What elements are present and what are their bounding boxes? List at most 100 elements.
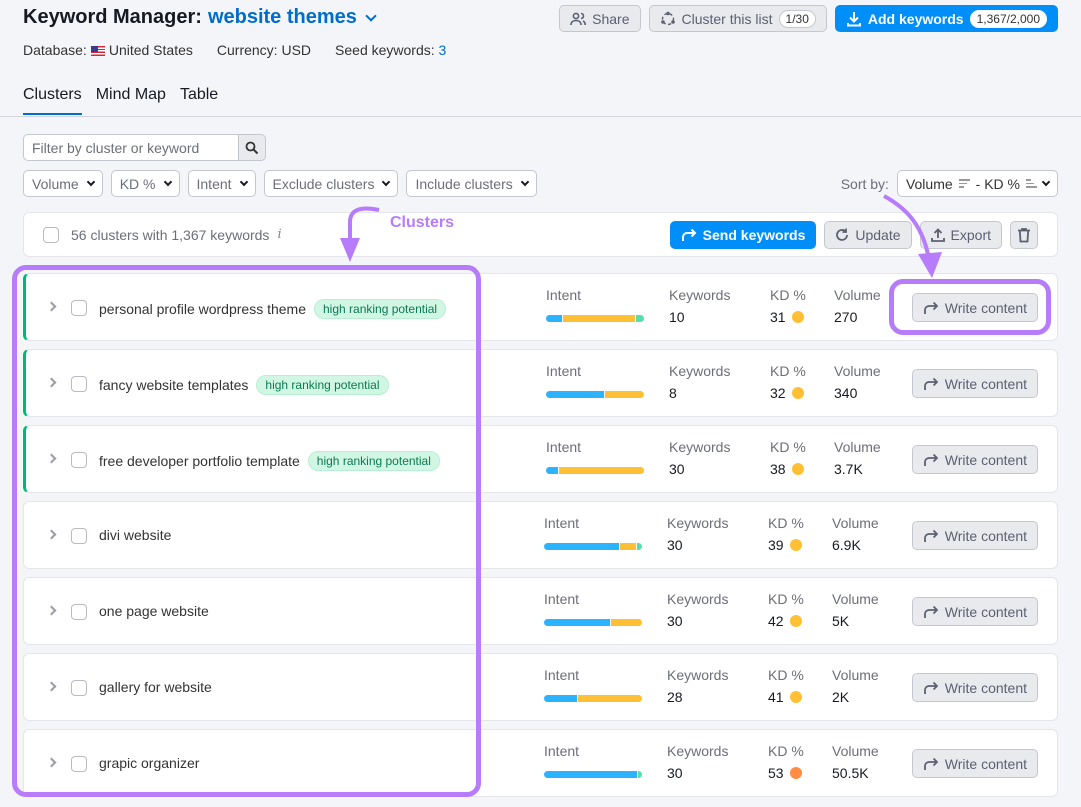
tab-table[interactable]: Table	[180, 86, 218, 115]
kd-label: KD %	[768, 591, 804, 607]
forward-arrow-icon	[923, 681, 939, 694]
write-content-button[interactable]: Write content	[911, 293, 1038, 322]
expand-chevron-icon[interactable]	[46, 605, 57, 616]
volume-value: 6.9K	[832, 537, 861, 553]
share-button[interactable]: Share	[559, 5, 641, 32]
chevron-down-icon	[1041, 177, 1051, 186]
exclude-clusters-filter[interactable]: Exclude clusters	[263, 170, 399, 197]
seed-keywords-info: Seed keywords: 3	[335, 42, 447, 58]
cluster-checkbox[interactable]	[71, 376, 87, 392]
search-button[interactable]	[238, 134, 266, 161]
cluster-checkbox[interactable]	[71, 528, 87, 544]
write-content-button[interactable]: Write content	[911, 749, 1038, 778]
cluster-row[interactable]: one page website Intent Keywords 30 KD %…	[23, 577, 1058, 645]
kd-value: 39	[768, 537, 784, 553]
volume-label: Volume	[834, 287, 881, 303]
kd-value: 31	[770, 309, 786, 325]
expand-chevron-icon[interactable]	[46, 529, 57, 540]
cluster-name[interactable]: gallery for website	[99, 679, 212, 695]
expand-chevron-icon[interactable]	[46, 301, 57, 312]
add-keywords-button[interactable]: Add keywords 1,367/2,000	[834, 5, 1058, 32]
cluster-name[interactable]: divi website	[99, 527, 171, 543]
send-keywords-button[interactable]: Send keywords	[669, 221, 817, 249]
cluster-row[interactable]: free developer portfolio template high r…	[23, 425, 1058, 493]
clusters-summary-bar: 56 clusters with 1,367 keywords i Send k…	[23, 212, 1058, 257]
cluster-checkbox[interactable]	[71, 300, 87, 316]
kd-difficulty-dot-icon	[789, 691, 802, 703]
sort-select[interactable]: Volume - KD %	[896, 170, 1058, 197]
cluster-checkbox[interactable]	[71, 680, 87, 696]
expand-chevron-icon[interactable]	[46, 377, 57, 388]
cluster-row[interactable]: fancy website templates high ranking pot…	[23, 349, 1058, 417]
expand-chevron-icon[interactable]	[46, 681, 57, 692]
intent-commercial-segment	[605, 391, 644, 398]
cluster-name[interactable]: free developer portfolio template	[99, 453, 300, 469]
intent-transactional-segment	[636, 315, 644, 322]
sort-desc-icon	[958, 179, 970, 188]
forward-arrow-icon	[923, 453, 939, 466]
keywords-label: Keywords	[669, 287, 731, 303]
cluster-row[interactable]: personal profile wordpress theme high ra…	[23, 273, 1058, 341]
export-button[interactable]: Export	[919, 221, 1002, 249]
filter-bar: Volume KD % Intent Exclude clusters Incl…	[23, 170, 537, 197]
volume-filter[interactable]: Volume	[23, 170, 103, 197]
cluster-this-list-button[interactable]: Cluster this list 1/30	[648, 5, 827, 32]
write-content-button[interactable]: Write content	[911, 521, 1038, 550]
kd-value: 32	[770, 385, 786, 401]
cluster-name[interactable]: personal profile wordpress theme	[99, 301, 306, 317]
intent-commercial-segment	[563, 315, 636, 322]
kd-difficulty-dot-icon	[791, 311, 804, 323]
seed-keywords-count[interactable]: 3	[439, 42, 447, 58]
chevron-down-icon[interactable]	[365, 9, 377, 22]
expand-chevron-icon[interactable]	[46, 453, 57, 464]
page-header: Keyword Manager: website themes	[23, 6, 377, 29]
write-content-button[interactable]: Write content	[911, 369, 1038, 398]
write-content-button[interactable]: Write content	[911, 673, 1038, 702]
forward-arrow-icon	[923, 757, 939, 770]
write-content-button[interactable]: Write content	[911, 597, 1038, 626]
title-prefix: Keyword Manager:	[23, 6, 202, 28]
intent-filter[interactable]: Intent	[187, 170, 256, 197]
list-meta: Database: United States Currency: USD See…	[23, 42, 446, 58]
keyword-limit-badge: 1,367/2,000	[969, 9, 1047, 28]
volume-column: Volume 340	[834, 363, 881, 401]
project-name[interactable]: website themes	[208, 6, 357, 29]
cluster-row[interactable]: divi website Intent Keywords 30 KD % 39 …	[23, 501, 1058, 569]
include-clusters-filter[interactable]: Include clusters	[406, 170, 537, 197]
cluster-checkbox[interactable]	[71, 604, 87, 620]
update-button[interactable]: Update	[824, 221, 912, 249]
cluster-checkbox[interactable]	[71, 452, 87, 468]
keywords-column: Keywords 30	[667, 515, 728, 553]
intent-column: Intent	[546, 287, 644, 322]
tab-mind-map[interactable]: Mind Map	[96, 86, 166, 115]
info-icon[interactable]: i	[277, 227, 281, 242]
kd-column: KD % 42	[768, 591, 804, 629]
intent-label: Intent	[544, 515, 580, 531]
intent-commercial-segment	[558, 467, 644, 474]
select-all-checkbox[interactable]	[43, 226, 59, 243]
cluster-checkbox[interactable]	[71, 756, 87, 772]
intent-label: Intent	[546, 287, 582, 303]
cluster-row[interactable]: gallery for website Intent Keywords 28 K…	[23, 653, 1058, 721]
volume-value: 2K	[832, 689, 850, 705]
delete-button[interactable]	[1010, 221, 1038, 249]
kd-column: KD % 32	[770, 363, 806, 401]
kd-filter[interactable]: KD %	[110, 170, 180, 197]
cluster-name[interactable]: grapic organizer	[99, 755, 199, 771]
keywords-column: Keywords 28	[667, 667, 728, 705]
volume-label: Volume	[834, 439, 881, 455]
tab-clusters[interactable]: Clusters	[23, 86, 82, 115]
keywords-label: Keywords	[669, 439, 731, 455]
cluster-name[interactable]: one page website	[99, 603, 209, 619]
intent-label: Intent	[544, 667, 580, 683]
filter-input[interactable]	[23, 134, 238, 161]
expand-chevron-icon[interactable]	[46, 757, 57, 768]
intent-transactional-segment	[638, 771, 642, 778]
volume-label: Volume	[832, 667, 879, 683]
intent-informational-segment	[546, 315, 563, 322]
write-content-button[interactable]: Write content	[911, 445, 1038, 474]
cluster-name[interactable]: fancy website templates	[99, 377, 248, 393]
cluster-row[interactable]: grapic organizer Intent Keywords 30 KD %…	[23, 729, 1058, 797]
kd-label: KD %	[770, 439, 806, 455]
volume-column: Volume 3.7K	[834, 439, 881, 477]
